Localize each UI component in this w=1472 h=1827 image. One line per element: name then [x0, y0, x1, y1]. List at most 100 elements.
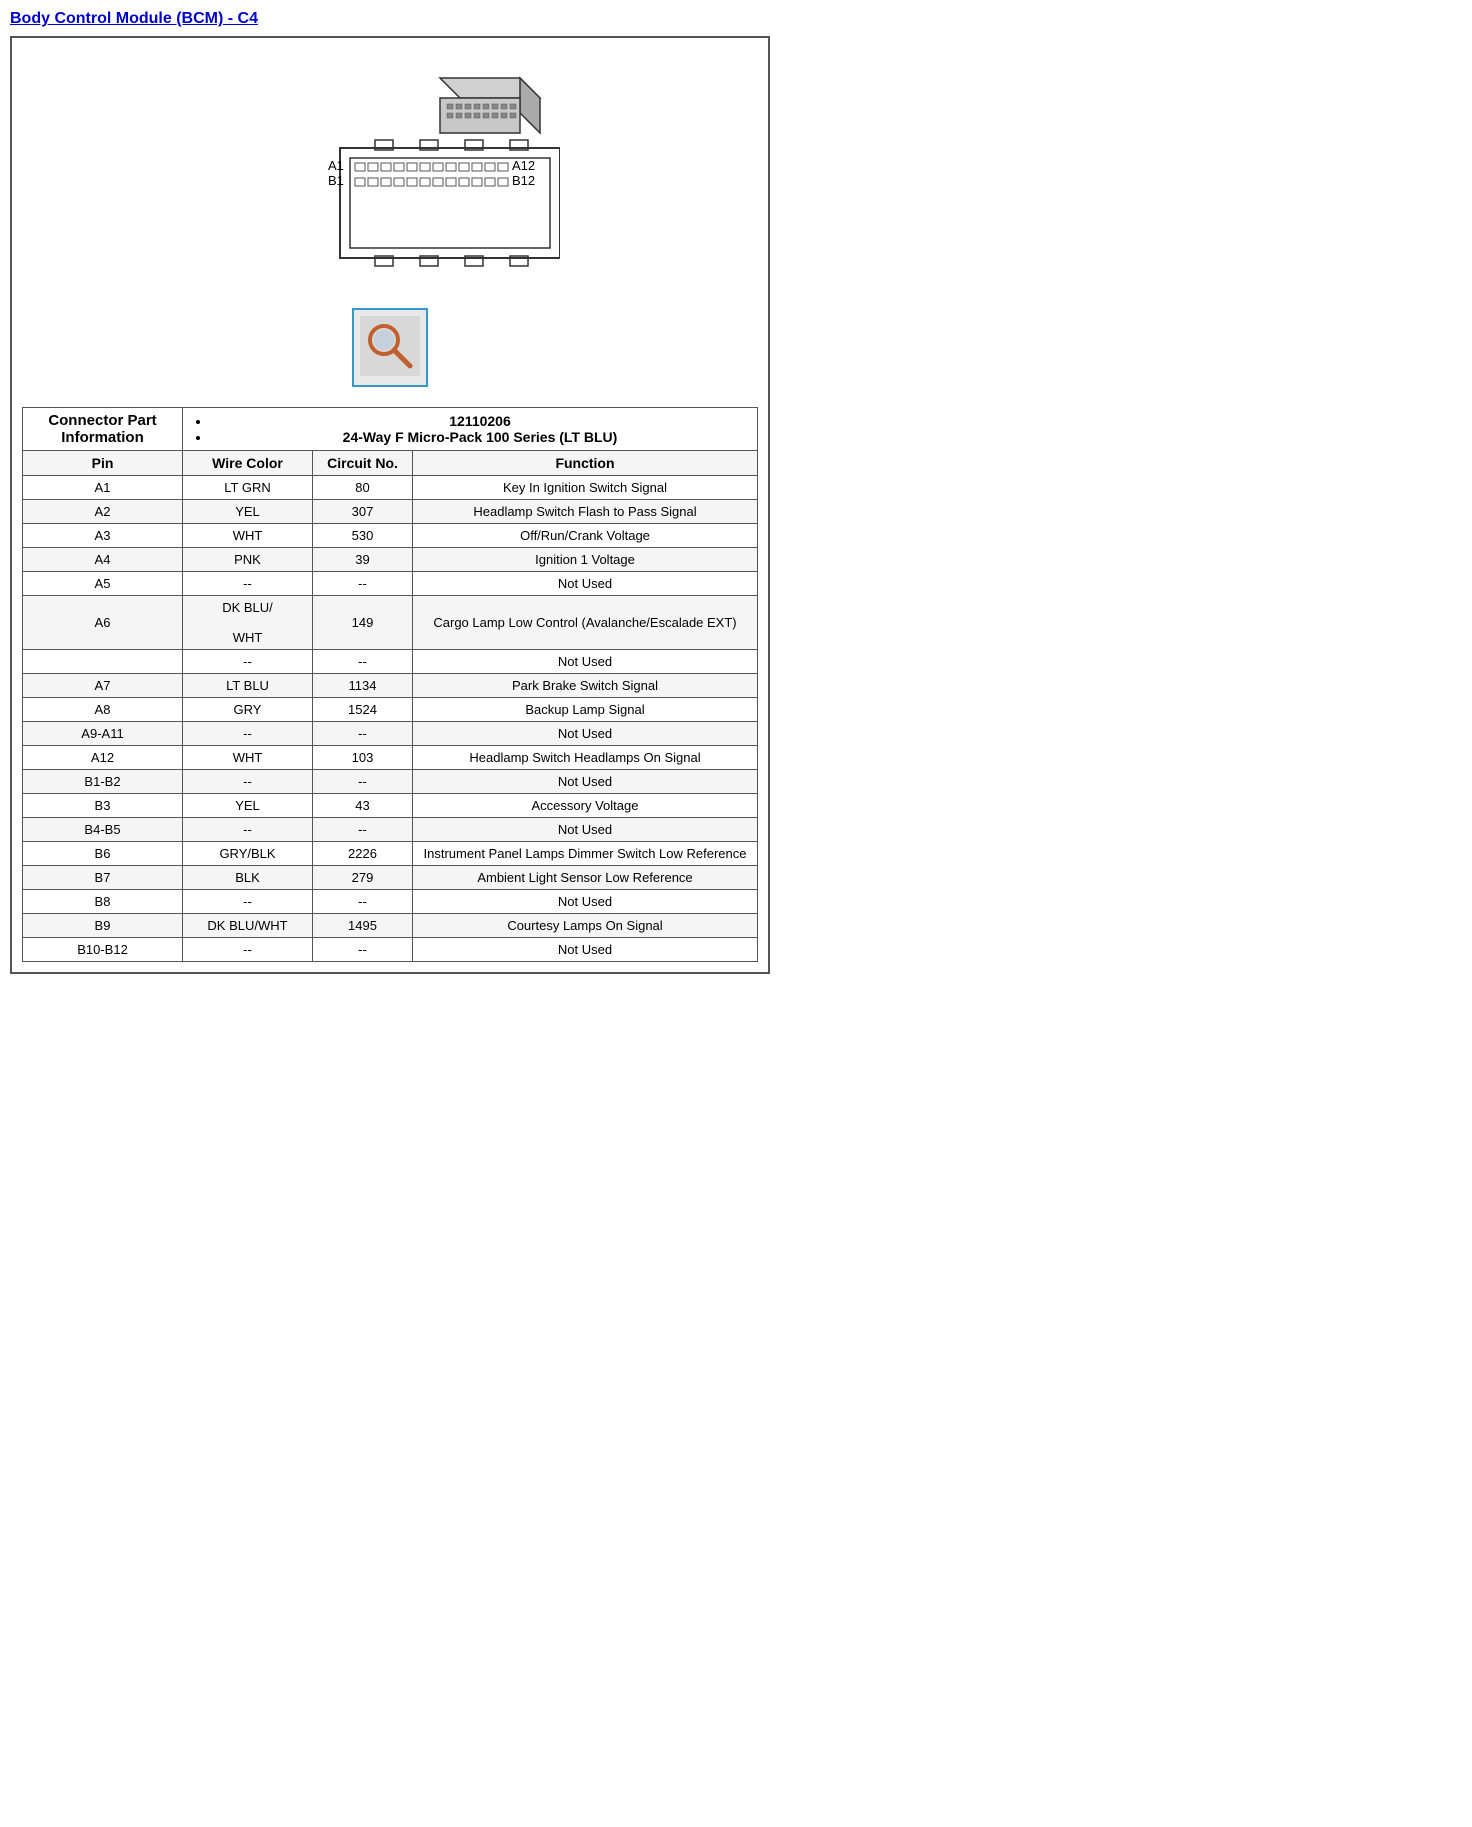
cell-pin: A7: [23, 674, 183, 698]
main-container: A1 A12 B1 B12 Connector Part Information…: [10, 36, 770, 974]
cell-function: Ignition 1 Voltage: [413, 548, 758, 572]
cell-circuit-no: 1134: [313, 674, 413, 698]
cell-circuit-no: --: [313, 722, 413, 746]
cell-wire-color: DK BLU/WHT: [183, 914, 313, 938]
cell-circuit-no: --: [313, 572, 413, 596]
cell-function: Not Used: [413, 818, 758, 842]
connector-part-label: Connector Part Information: [23, 408, 183, 451]
svg-text:B1: B1: [328, 173, 344, 188]
cell-circuit-no: 149: [313, 596, 413, 650]
table-row: A3 WHT 530 Off/Run/Crank Voltage: [23, 524, 758, 548]
cell-circuit-no: --: [313, 818, 413, 842]
table-row: B7 BLK 279 Ambient Light Sensor Low Refe…: [23, 866, 758, 890]
table-header-row: Pin Wire Color Circuit No. Function: [23, 451, 758, 476]
cell-pin: A2: [23, 500, 183, 524]
table-row: B3 YEL 43 Accessory Voltage: [23, 794, 758, 818]
cell-pin: A4: [23, 548, 183, 572]
table-row: B9 DK BLU/WHT 1495 Courtesy Lamps On Sig…: [23, 914, 758, 938]
cell-pin: B7: [23, 866, 183, 890]
cell-function: Not Used: [413, 770, 758, 794]
cell-pin: B6: [23, 842, 183, 866]
cell-pin: A3: [23, 524, 183, 548]
cell-pin: B10-B12: [23, 938, 183, 962]
cell-pin: B3: [23, 794, 183, 818]
cell-function: Accessory Voltage: [413, 794, 758, 818]
cell-function: Not Used: [413, 890, 758, 914]
table-row: A9-A11 -- -- Not Used: [23, 722, 758, 746]
table-row: B8 -- -- Not Used: [23, 890, 758, 914]
table-row: A5 -- -- Not Used: [23, 572, 758, 596]
cell-wire-color: --: [183, 770, 313, 794]
cell-wire-color: WHT: [183, 746, 313, 770]
cell-wire-color: WHT: [183, 524, 313, 548]
table-row: A12 WHT 103 Headlamp Switch Headlamps On…: [23, 746, 758, 770]
header-wire-color: Wire Color: [183, 451, 313, 476]
cell-wire-color: --: [183, 722, 313, 746]
cell-pin: A9-A11: [23, 722, 183, 746]
header-circuit-no: Circuit No.: [313, 451, 413, 476]
cell-circuit-no: 80: [313, 476, 413, 500]
table-body: A1 LT GRN 80 Key In Ignition Switch Sign…: [23, 476, 758, 962]
cell-function: Not Used: [413, 572, 758, 596]
info-table: Connector Part Information 12110206 24-W…: [22, 407, 758, 962]
page-title: Body Control Module (BCM) - C4: [10, 10, 770, 28]
table-row: A2 YEL 307 Headlamp Switch Flash to Pass…: [23, 500, 758, 524]
cell-pin: B9: [23, 914, 183, 938]
cell-circuit-no: 1495: [313, 914, 413, 938]
cell-circuit-no: --: [313, 938, 413, 962]
connector-part-data: 12110206 24-Way F Micro-Pack 100 Series …: [183, 408, 758, 451]
cell-pin: A1: [23, 476, 183, 500]
cell-function: Headlamp Switch Flash to Pass Signal: [413, 500, 758, 524]
cell-function: Cargo Lamp Low Control (Avalanche/Escala…: [413, 596, 758, 650]
cell-circuit-no: 1524: [313, 698, 413, 722]
cell-circuit-no: 103: [313, 746, 413, 770]
table-row: A8 GRY 1524 Backup Lamp Signal: [23, 698, 758, 722]
cell-function: Off/Run/Crank Voltage: [413, 524, 758, 548]
cell-wire-color: --: [183, 938, 313, 962]
cell-pin: A12: [23, 746, 183, 770]
cell-circuit-no: --: [313, 770, 413, 794]
cell-wire-color: DK BLU/WHT: [183, 596, 313, 650]
cell-pin: A6: [23, 596, 183, 650]
part-number: 12110206: [211, 413, 749, 429]
magnifier-box[interactable]: [352, 308, 428, 387]
part-description: 24-Way F Micro-Pack 100 Series (LT BLU): [211, 429, 749, 445]
table-row: -- -- Not Used: [23, 650, 758, 674]
cell-function: Headlamp Switch Headlamps On Signal: [413, 746, 758, 770]
cell-pin: B8: [23, 890, 183, 914]
table-row: A6 DK BLU/WHT 149 Cargo Lamp Low Control…: [23, 596, 758, 650]
cell-function: Not Used: [413, 938, 758, 962]
cell-function: Instrument Panel Lamps Dimmer Switch Low…: [413, 842, 758, 866]
cell-function: Not Used: [413, 650, 758, 674]
cell-wire-color: BLK: [183, 866, 313, 890]
connector-info-row: Connector Part Information 12110206 24-W…: [23, 408, 758, 451]
table-row: A4 PNK 39 Ignition 1 Voltage: [23, 548, 758, 572]
cell-wire-color: YEL: [183, 794, 313, 818]
cell-circuit-no: 2226: [313, 842, 413, 866]
cell-pin: A5: [23, 572, 183, 596]
cell-wire-color: --: [183, 650, 313, 674]
table-row: B10-B12 -- -- Not Used: [23, 938, 758, 962]
cell-wire-color: --: [183, 890, 313, 914]
cell-wire-color: GRY/BLK: [183, 842, 313, 866]
table-row: B1-B2 -- -- Not Used: [23, 770, 758, 794]
cell-wire-color: PNK: [183, 548, 313, 572]
connector-diagram: A1 A12 B1 B12: [220, 58, 560, 298]
table-row: B6 GRY/BLK 2226 Instrument Panel Lamps D…: [23, 842, 758, 866]
cell-function: Key In Ignition Switch Signal: [413, 476, 758, 500]
cell-circuit-no: 279: [313, 866, 413, 890]
svg-text:A1: A1: [328, 158, 344, 173]
header-pin: Pin: [23, 451, 183, 476]
table-row: A7 LT BLU 1134 Park Brake Switch Signal: [23, 674, 758, 698]
cell-pin: [23, 650, 183, 674]
svg-text:B12: B12: [512, 173, 535, 188]
magnifier-icon: [360, 316, 420, 376]
cell-pin: B4-B5: [23, 818, 183, 842]
cell-function: Backup Lamp Signal: [413, 698, 758, 722]
cell-wire-color: YEL: [183, 500, 313, 524]
table-row: A1 LT GRN 80 Key In Ignition Switch Sign…: [23, 476, 758, 500]
cell-circuit-no: 307: [313, 500, 413, 524]
cell-circuit-no: --: [313, 890, 413, 914]
header-function: Function: [413, 451, 758, 476]
cell-circuit-no: 43: [313, 794, 413, 818]
